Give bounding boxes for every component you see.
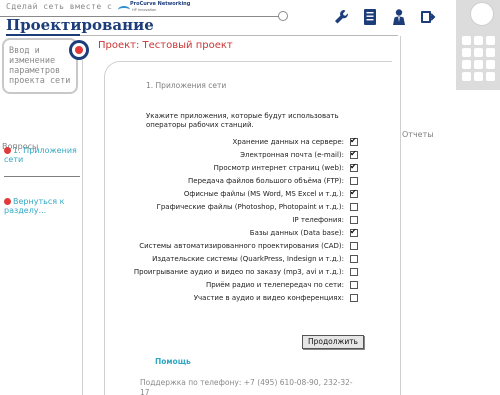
application-row: Издательские системы (QuarkPress, Indesi… [140,255,362,265]
decor-grid [462,36,496,81]
application-checkbox[interactable] [350,177,358,185]
step-indicator-icon [69,40,89,60]
application-label: Электронная почта (e-mail): [240,151,344,159]
header-divider-knob [278,11,288,21]
title-underline-thin [80,35,398,36]
application-checkbox[interactable] [350,188,358,198]
right-divider [400,36,401,395]
support-phone: Поддержка по телефону: +7 (495) 610-08-9… [140,378,353,395]
reports-title: Отчеты [402,130,434,139]
box-line: параметров [9,66,61,76]
application-label: Передача файлов большого объёма (FTP): [188,177,344,185]
application-label: Издательские системы (QuarkPress, Indesi… [152,255,344,263]
sidebar-separator [4,176,80,177]
step-title: 1. Приложения сети [146,81,227,90]
exit-icon[interactable] [420,8,436,26]
application-checkbox[interactable] [350,294,358,302]
sidebar-item-applications[interactable]: 1. Приложения сети [4,146,78,164]
application-checkbox[interactable] [350,227,358,237]
user-icon[interactable] [391,8,407,26]
sidebar-item-label: Вернуться к разделу... [4,197,65,215]
application-label: Хранение данных на сервере: [232,138,344,146]
logo-sub: HP Innovation [132,8,157,12]
application-checkbox[interactable] [350,281,358,289]
application-row: Графические файлы (Photoshop, Photopaint… [140,203,362,213]
application-row: Проигрывание аудио и видео по заказу (mp… [134,268,362,278]
application-label: Проигрывание аудио и видео по заказу (mp… [133,268,344,276]
application-row: Системы автоматизированного проектирован… [139,242,362,252]
application-label: Приём радио и телепередач по сети: [206,281,344,289]
title-underline [6,34,80,36]
application-checkbox[interactable] [350,268,358,276]
application-label: Офисные файлы (MS Word, MS Excel и т.д.)… [183,190,344,198]
application-checkbox[interactable] [350,242,358,250]
box-line: изменение [9,56,56,66]
app-title: Проектирование [6,16,154,34]
application-label: Базы данных (Data base): [249,229,344,237]
application-row: Хранение данных на сервере: [140,136,362,148]
application-checkbox[interactable] [350,255,358,263]
application-row: Участие в аудио и видео конференциях: [140,294,362,304]
application-checkbox[interactable] [350,136,358,146]
application-row: Офисные файлы (MS Word, MS Excel и т.д.)… [140,188,362,200]
application-label: Участие в аудио и видео конференциях: [193,294,344,302]
bullet-icon [4,147,11,154]
application-checkbox[interactable] [350,203,358,211]
application-label: Просмотр интернет страниц (web): [213,164,344,172]
application-label: Системы автоматизированного проектирован… [139,242,344,250]
application-row: Приём радио и телепередач по сети: [140,281,362,291]
sidebar-item-back[interactable]: Вернуться к разделу... [4,197,78,215]
wrench-icon[interactable] [333,8,349,26]
application-row: IP телефония: [140,216,362,226]
application-row: Просмотр интернет страниц (web): [140,162,362,174]
decor-circle [470,2,494,26]
continue-button[interactable]: Продолжить [302,335,364,349]
application-row: Электронная почта (e-mail): [140,149,362,161]
sidebar-item-label: 1. Приложения сети [4,146,77,164]
procurve-logo[interactable]: ProCurve Networking HP Innovation [118,0,190,16]
application-checkbox[interactable] [350,162,358,172]
box-line: Ввод и [9,46,40,56]
application-row: Передача файлов большого объёма (FTP): [140,177,362,187]
logo-brand: ProCurve Networking [130,1,191,7]
application-label: Графические файлы (Photoshop, Photopaint… [156,203,344,211]
box-line: проекта сети [9,76,71,86]
form-intro: Укажите приложения, которые будут исполь… [146,112,339,129]
application-checkbox[interactable] [350,216,358,224]
application-row: Базы данных (Data base): [140,227,362,239]
project-title: Проект: Тестовый проект [98,40,233,51]
application-label: IP телефония: [292,216,344,224]
project-parameters-box: Ввод и изменение параметров проекта сети [2,38,78,94]
left-divider [82,60,83,395]
document-icon[interactable] [362,8,378,26]
help-link[interactable]: Помощь [155,357,191,366]
bullet-icon [4,198,11,205]
tagline: Сделай сеть вместе с [6,2,113,11]
application-checkbox[interactable] [350,149,358,159]
